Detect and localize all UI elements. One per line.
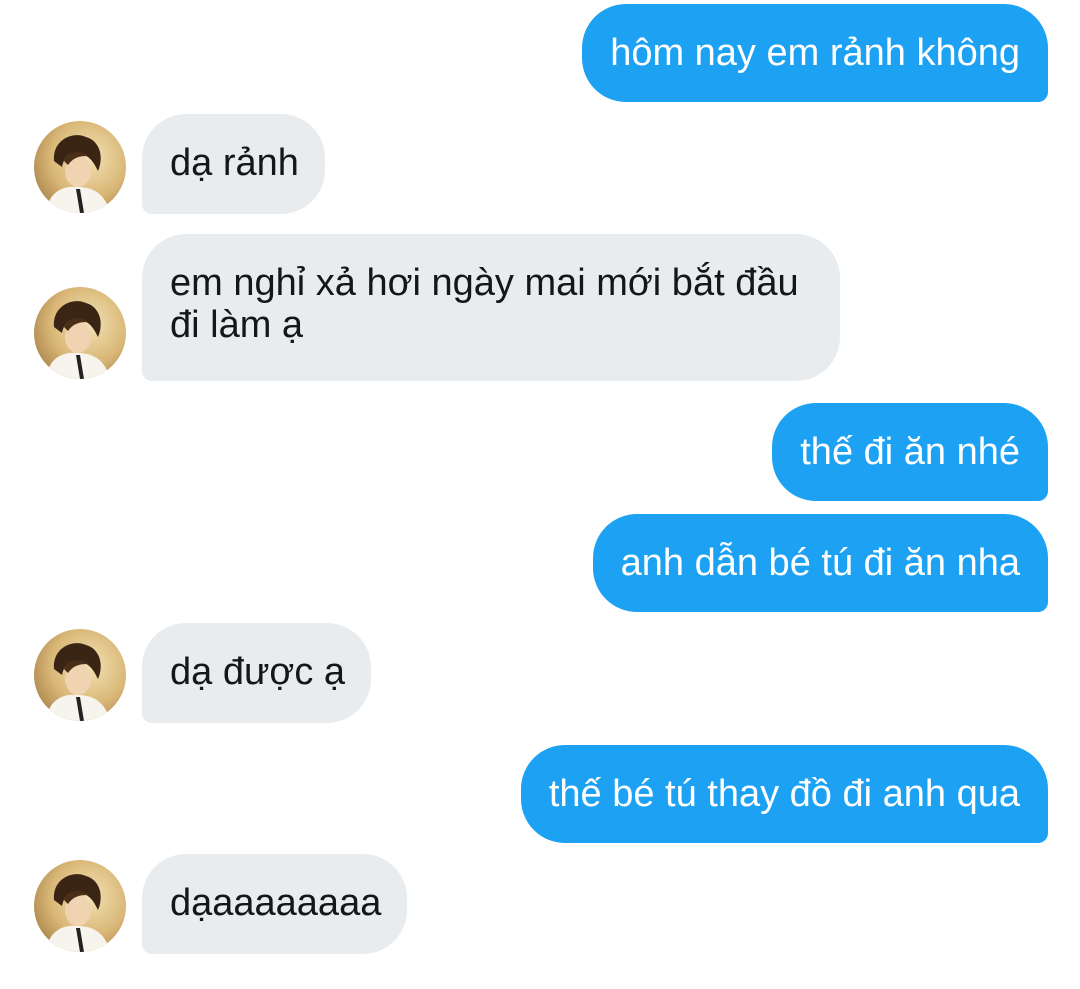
avatar-photo-icon (34, 629, 126, 721)
avatar-photo-icon (34, 860, 126, 952)
message-bubble-incoming[interactable]: dạ được ạ (142, 623, 372, 723)
contact-avatar[interactable] (34, 121, 126, 213)
avatar-photo-icon (34, 287, 126, 379)
contact-avatar[interactable] (34, 860, 126, 952)
avatar-photo-icon (34, 121, 126, 213)
message-bubble-outgoing[interactable]: anh dẫn bé tú đi ăn nha (592, 514, 1048, 612)
message-bubble-outgoing[interactable]: thế bé tú thay đồ đi anh qua (520, 745, 1048, 843)
message-bubble-outgoing[interactable]: hôm nay em rảnh không (582, 4, 1048, 102)
contact-avatar[interactable] (34, 287, 126, 379)
contact-avatar[interactable] (34, 629, 126, 721)
message-bubble-incoming[interactable]: dạ rảnh (142, 114, 325, 214)
chat-thread: hôm nay em rảnh không dạ rảnh em nghỉ xả… (0, 0, 1080, 989)
message-bubble-incoming[interactable]: dạaaaaaaaa (142, 854, 408, 954)
message-bubble-incoming[interactable]: em nghỉ xả hơi ngày mai mới bắt đầu đi l… (142, 234, 840, 381)
message-bubble-outgoing[interactable]: thế đi ăn nhé (772, 403, 1048, 501)
